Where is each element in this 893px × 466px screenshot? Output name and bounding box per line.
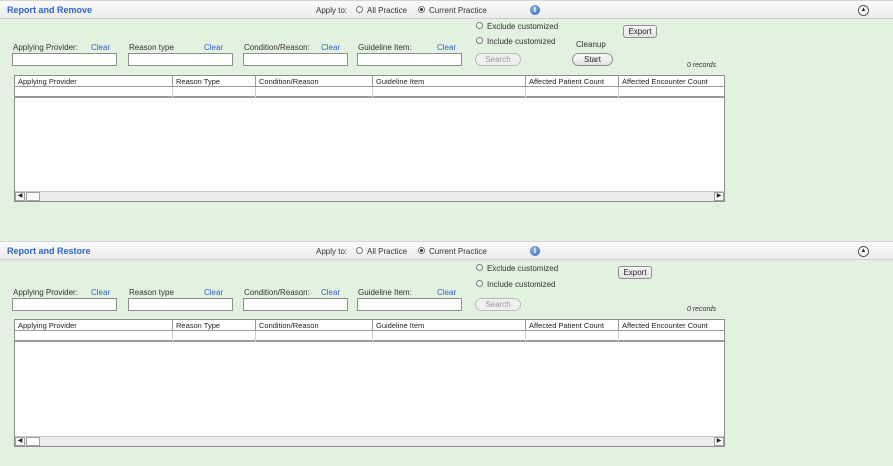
include-customized-label: Include customized	[487, 280, 556, 289]
current-practice-label: Current Practice	[429, 247, 487, 256]
applying-provider-label: Applying Provider:	[13, 43, 78, 52]
guideline-item-input[interactable]	[357, 298, 462, 311]
grid-header: Applying Provider Reason Type Condition/…	[15, 320, 724, 331]
reason-type-clear-link[interactable]: Clear	[204, 288, 223, 297]
search-button[interactable]: Search	[475, 298, 521, 311]
guideline-item-label: Guideline Item:	[358, 288, 412, 297]
grid-filter-row	[15, 87, 724, 98]
panel-title: Report and Restore	[7, 246, 91, 256]
column-affected-encounter-count[interactable]: Affected Encounter Count	[619, 320, 725, 331]
column-reason-type[interactable]: Reason Type	[173, 320, 256, 331]
condition-reason-label: Condition/Reason:	[244, 288, 310, 297]
applying-provider-clear-link[interactable]: Clear	[91, 288, 110, 297]
guideline-item-input[interactable]	[357, 53, 462, 66]
condition-reason-input[interactable]	[243, 53, 348, 66]
column-affected-encounter-count[interactable]: Affected Encounter Count	[619, 76, 725, 87]
reason-type-input[interactable]	[128, 53, 233, 66]
condition-reason-clear-link[interactable]: Clear	[321, 288, 340, 297]
start-button[interactable]: Start	[572, 53, 613, 66]
condition-reason-label: Condition/Reason:	[244, 43, 310, 52]
panel-titlebar: Report and Restore Apply to: All Practic…	[0, 241, 893, 260]
applying-provider-label: Applying Provider:	[13, 288, 78, 297]
exclude-customized-label: Exclude customized	[487, 22, 559, 31]
report-and-remove-panel: Report and Remove Apply to: All Practice…	[0, 0, 893, 230]
column-affected-patient-count[interactable]: Affected Patient Count	[526, 320, 619, 331]
all-practice-label: All Practice	[367, 247, 408, 256]
condition-reason-input[interactable]	[243, 298, 348, 311]
panel-title: Report and Remove	[7, 5, 93, 15]
applying-provider-input[interactable]	[12, 53, 117, 66]
reason-type-label: Reason type	[129, 43, 174, 52]
horizontal-scrollbar[interactable]: ◀ ▶	[15, 191, 724, 201]
collapse-icon[interactable]: ▲	[858, 246, 869, 257]
column-affected-patient-count[interactable]: Affected Patient Count	[526, 76, 619, 87]
info-icon[interactable]: i	[530, 5, 540, 15]
column-applying-provider[interactable]: Applying Provider	[15, 76, 173, 87]
current-practice-label: Current Practice	[429, 6, 487, 15]
scroll-thumb[interactable]	[26, 437, 40, 446]
cleanup-label: Cleanup	[576, 40, 606, 49]
guideline-item-label: Guideline Item:	[358, 43, 412, 52]
column-condition-reason[interactable]: Condition/Reason	[256, 320, 373, 331]
include-customized-label: Include customized	[487, 37, 556, 46]
guideline-item-clear-link[interactable]: Clear	[437, 43, 456, 52]
apply-to-label: Apply to:	[316, 6, 348, 15]
applying-provider-input[interactable]	[12, 298, 117, 311]
reason-type-label: Reason type	[129, 288, 174, 297]
exclude-customized-label: Exclude customized	[487, 264, 559, 273]
reason-type-input[interactable]	[128, 298, 233, 311]
export-button[interactable]: Export	[618, 266, 652, 279]
info-icon[interactable]: i	[530, 246, 540, 256]
include-customized-radio[interactable]	[476, 37, 483, 44]
report-and-restore-panel: Report and Restore Apply to: All Practic…	[0, 241, 893, 466]
collapse-icon[interactable]: ▲	[858, 5, 869, 16]
reason-type-clear-link[interactable]: Clear	[204, 43, 223, 52]
exclude-customized-radio[interactable]	[476, 22, 483, 29]
horizontal-scrollbar[interactable]: ◀ ▶	[15, 436, 724, 446]
scroll-right-icon[interactable]: ▶	[714, 192, 724, 201]
current-practice-radio[interactable]	[418, 247, 425, 254]
exclude-customized-radio[interactable]	[476, 264, 483, 271]
export-button[interactable]: Export	[623, 25, 657, 38]
grid-filter-row	[15, 331, 724, 342]
search-button[interactable]: Search	[475, 53, 521, 66]
condition-reason-clear-link[interactable]: Clear	[321, 43, 340, 52]
all-practice-radio[interactable]	[356, 6, 363, 13]
include-customized-radio[interactable]	[476, 280, 483, 287]
column-reason-type[interactable]: Reason Type	[173, 76, 256, 87]
results-grid: Applying Provider Reason Type Condition/…	[14, 75, 725, 202]
applying-provider-clear-link[interactable]: Clear	[91, 43, 110, 52]
apply-to-label: Apply to:	[316, 247, 348, 256]
grid-header: Applying Provider Reason Type Condition/…	[15, 76, 724, 87]
column-applying-provider[interactable]: Applying Provider	[15, 320, 173, 331]
scroll-left-icon[interactable]: ◀	[15, 192, 25, 201]
column-condition-reason[interactable]: Condition/Reason	[256, 76, 373, 87]
column-guideline-item[interactable]: Guideline Item	[373, 320, 526, 331]
guideline-item-clear-link[interactable]: Clear	[437, 288, 456, 297]
current-practice-radio[interactable]	[418, 6, 425, 13]
panel-titlebar: Report and Remove Apply to: All Practice…	[0, 0, 893, 19]
all-practice-radio[interactable]	[356, 247, 363, 254]
scroll-right-icon[interactable]: ▶	[714, 437, 724, 446]
results-grid: Applying Provider Reason Type Condition/…	[14, 319, 725, 447]
column-guideline-item[interactable]: Guideline Item	[373, 76, 526, 87]
all-practice-label: All Practice	[367, 6, 408, 15]
record-count: 0 records	[687, 62, 717, 69]
scroll-thumb[interactable]	[26, 192, 40, 201]
record-count: 0 records	[687, 306, 717, 313]
scroll-left-icon[interactable]: ◀	[15, 437, 25, 446]
